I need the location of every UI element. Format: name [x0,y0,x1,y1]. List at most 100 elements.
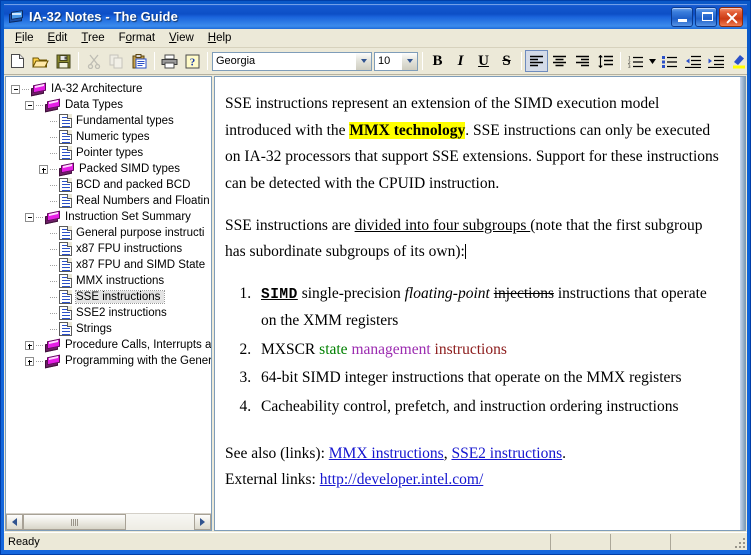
align-center-button[interactable] [548,50,571,72]
tree-item[interactable]: BCD and packed BCD [6,177,211,193]
menu-file[interactable]: File [8,30,41,46]
scroll-thumb[interactable] [23,514,126,530]
document-icon [59,146,72,160]
new-icon[interactable] [6,50,29,72]
document-icon [59,274,72,288]
tree-item[interactable]: Instruction Set Summary [6,209,211,225]
menu-view[interactable]: View [162,30,201,46]
strikethrough-button[interactable]: S [495,50,518,72]
tree-item[interactable]: Programming with the Genera [6,353,211,369]
document-editor[interactable]: SSE instructions represent an extension … [215,77,740,530]
bulleted-list-button[interactable] [658,50,681,72]
status-panel-2 [551,533,611,550]
minimize-button[interactable] [671,6,693,27]
font-name-combo[interactable]: Georgia [212,51,372,71]
link-sse2-instructions[interactable]: SSE2 instructions [451,445,562,462]
tree-item-label: Data Types [65,99,123,111]
line-spacing-button[interactable] [594,50,617,72]
tree-item[interactable]: x87 FPU and SIMD State [6,257,211,273]
tree-collapse-icon[interactable] [11,84,20,94]
increase-indent-button[interactable] [704,50,727,72]
maximize-button[interactable] [695,6,717,27]
numbered-list-button[interactable]: 123 [624,50,647,72]
tree-item[interactable]: x87 FPU instructions [6,241,211,257]
tree-expand-icon[interactable] [39,164,48,174]
document-icon [59,290,72,304]
resize-grip[interactable] [731,534,747,550]
tree-horizontal-scrollbar[interactable] [6,513,211,530]
tree-item[interactable]: Procedure Calls, Interrupts a [6,337,211,353]
tree-item[interactable]: SSE2 instructions [6,305,211,321]
editor-vertical-scrollbar[interactable] [740,77,745,530]
highlight-color-button[interactable] [727,50,750,72]
tree-item[interactable]: Pointer types [6,145,211,161]
tree-expand-icon[interactable] [25,340,34,350]
status-bar: Ready [4,532,747,550]
tree-item[interactable]: Fundamental types [6,113,211,129]
align-left-button[interactable] [525,50,548,72]
tree-connector [50,161,59,177]
status-message: Ready [4,533,551,550]
main-split: IA-32 Architecture Data Types Fundamental … [4,75,747,531]
scroll-right-icon[interactable] [194,514,211,530]
open-icon[interactable] [29,50,52,72]
tree-view[interactable]: IA-32 Architecture Data Types Fundamental … [6,77,211,513]
save-icon[interactable] [52,50,75,72]
list-item: SIMD single-precision floating-point inj… [255,281,724,335]
tree-connector [50,129,59,145]
toolbar-separator [78,52,79,70]
numbered-list-dropdown[interactable] [647,50,658,72]
tree-item[interactable]: Strings [6,321,211,337]
tree-connector [50,305,59,321]
tree-item-label: BCD and packed BCD [76,179,191,191]
tree-item[interactable]: SSE instructions [6,289,211,305]
italic-button[interactable]: I [449,50,472,72]
management-purple: management [351,340,431,358]
paste-icon[interactable] [128,50,151,72]
tree-expand-icon[interactable] [25,356,34,366]
menu-tree[interactable]: Tree [74,30,111,46]
toolbar-separator [154,52,155,70]
scroll-track[interactable] [23,514,194,530]
chevron-down-icon[interactable] [401,52,417,70]
close-button[interactable] [719,6,743,27]
link-developer-intel[interactable]: http://developer.intel.com/ [320,471,484,488]
cut-icon[interactable] [82,50,105,72]
book-icon [45,98,62,112]
tree-item[interactable]: Data Types [6,97,211,113]
menu-edit[interactable]: Edit [41,30,75,46]
tree-item[interactable]: Real Numbers and Floatin [6,193,211,209]
font-size-combo[interactable]: 10 [374,51,418,71]
help-icon[interactable]: ? [181,50,204,72]
print-icon[interactable] [158,50,181,72]
scroll-left-icon[interactable] [6,514,23,530]
tree-item[interactable]: MMX instructions [6,273,211,289]
editor-panel: SSE instructions represent an extension … [214,76,746,531]
chevron-down-icon[interactable] [355,52,371,70]
underline-button[interactable]: U [472,50,495,72]
tree-collapse-icon[interactable] [25,212,34,222]
toolbar-separator [620,52,621,70]
tree-item-label: Numeric types [76,131,150,143]
decrease-indent-button[interactable] [681,50,704,72]
align-right-button[interactable] [571,50,594,72]
menu-format[interactable]: Format [112,30,162,46]
tree-item[interactable]: Packed SIMD types [6,161,211,177]
tree-item[interactable]: General purpose instructi [6,225,211,241]
tree-connector [50,145,59,161]
link-mmx-instructions[interactable]: MMX instructions [329,445,444,462]
menu-help[interactable]: Help [201,30,239,46]
tree-connector [36,97,45,113]
tree-item-label: x87 FPU instructions [76,243,183,255]
status-panel-3 [611,533,671,550]
tree-connector [50,257,59,273]
book-icon [8,9,25,25]
copy-icon[interactable] [105,50,128,72]
tree-collapse-icon[interactable] [25,100,34,110]
bold-button[interactable]: B [426,50,449,72]
tree-item[interactable]: Numeric types [6,129,211,145]
tree-item[interactable]: IA-32 Architecture [6,81,211,97]
